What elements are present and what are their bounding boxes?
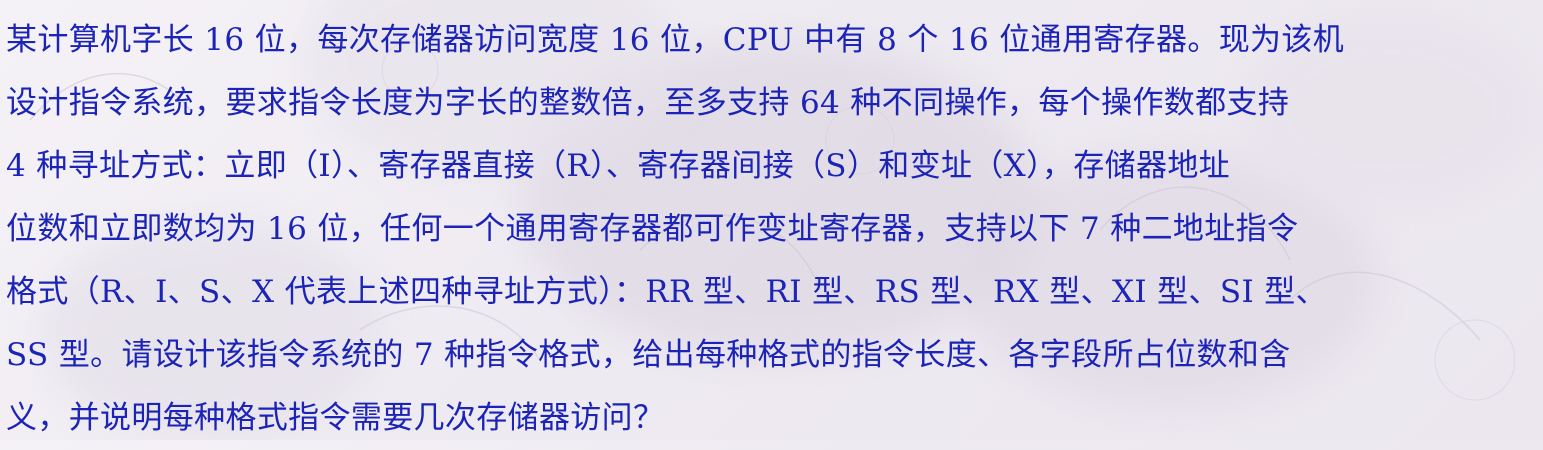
problem-line-3: 4 种寻址方式：立即（I）、寄存器直接（R）、寄存器间接（S）和变址（X），存储…	[6, 148, 1231, 184]
problem-line-7: 义，并说明每种格式指令需要几次存储器访问？	[6, 400, 665, 436]
problem-line-1: 某计算机字长 16 位，每次存储器访问宽度 16 位，CPU 中有 8 个 16…	[6, 22, 1345, 58]
problem-line-6: SS 型。请设计该指令系统的 7 种指令格式，给出每种格式的指令长度、各字段所占…	[6, 337, 1291, 373]
problem-line-2: 设计指令系统，要求指令长度为字长的整数倍，至多支持 64 种不同操作，每个操作数…	[6, 85, 1290, 121]
problem-text-block: 某计算机字长 16 位，每次存储器访问宽度 16 位，CPU 中有 8 个 16…	[6, 9, 1536, 450]
problem-line-4: 位数和立即数均为 16 位，任何一个通用寄存器都可作变址寄存器，支持以下 7 种…	[6, 211, 1299, 247]
problem-line-5: 格式（R、I、S、X 代表上述四种寻址方式）：RR 型、RI 型、RS 型、RX…	[6, 274, 1327, 310]
